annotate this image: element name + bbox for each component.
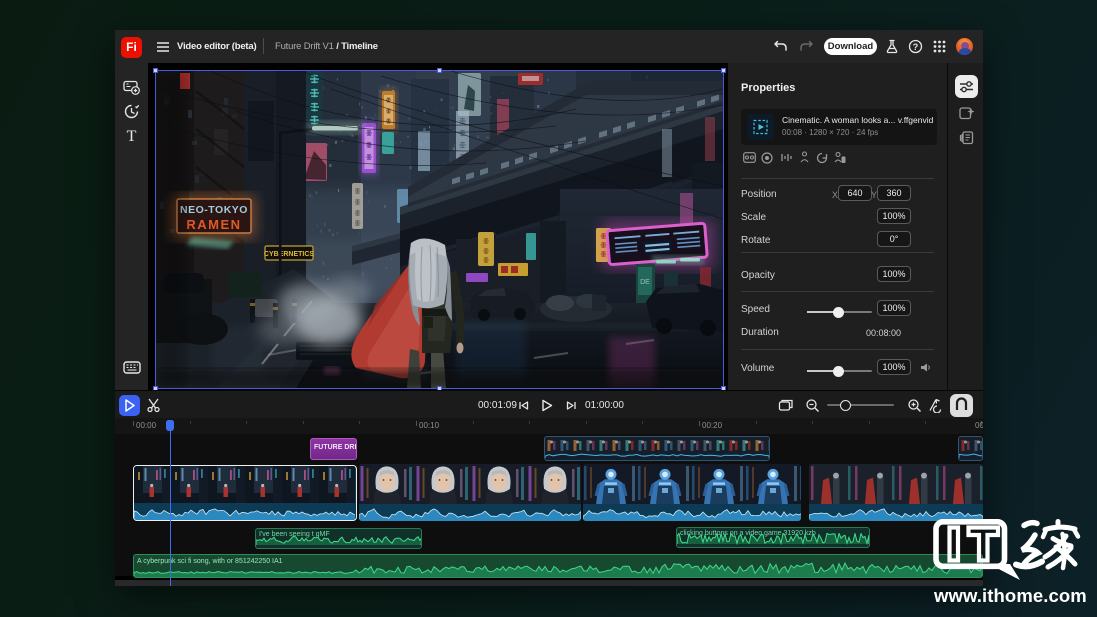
svg-text:www.ithome.com: www.ithome.com: [933, 585, 1087, 606]
svg-text:?: ?: [913, 42, 919, 52]
